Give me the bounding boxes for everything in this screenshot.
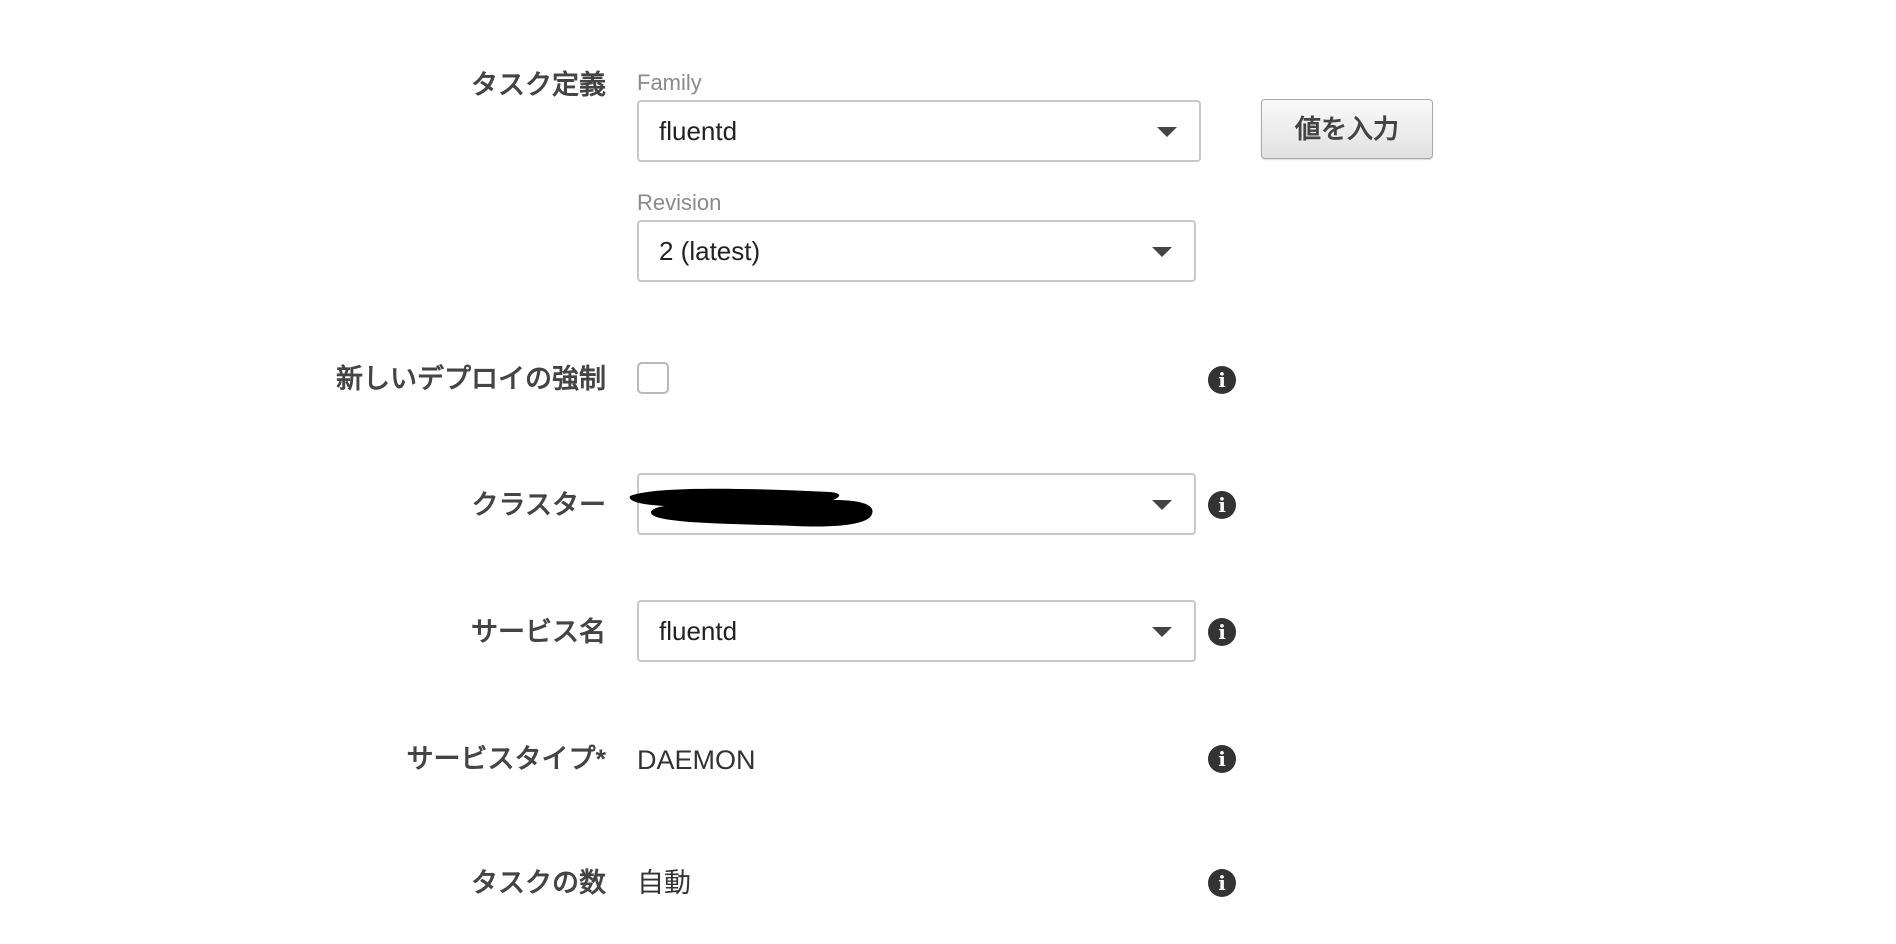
caret-down-icon	[1152, 500, 1172, 510]
caret-down-icon	[1157, 127, 1177, 137]
redaction-mark	[629, 488, 873, 527]
number-of-tasks-label: タスクの数	[471, 868, 606, 898]
family-select-value: fluentd	[659, 116, 738, 146]
service-name-label: サービス名	[471, 617, 606, 647]
force-new-deployment-checkbox[interactable]	[637, 362, 669, 394]
service-name-select-value: fluentd	[659, 616, 738, 646]
family-label: Family	[637, 70, 702, 95]
revision-select[interactable]: 2 (latest)	[637, 220, 1196, 282]
family-select[interactable]: fluentd	[637, 100, 1201, 162]
caret-down-icon	[1152, 627, 1172, 637]
enter-value-button[interactable]: 値を入力	[1261, 99, 1433, 159]
info-icon[interactable]: i	[1208, 491, 1236, 519]
service-type-value: DAEMON	[637, 745, 756, 775]
number-of-tasks-value: 自動	[637, 868, 691, 898]
info-icon[interactable]: i	[1208, 366, 1236, 394]
revision-select-value: 2 (latest)	[659, 236, 761, 266]
service-name-select[interactable]: fluentd	[637, 600, 1196, 662]
force-new-deployment-label: 新しいデプロイの強制	[336, 364, 606, 394]
revision-label: Revision	[637, 190, 722, 215]
cluster-label: クラスター	[471, 490, 606, 520]
caret-down-icon	[1152, 247, 1172, 257]
info-icon[interactable]: i	[1208, 745, 1236, 773]
service-type-label: サービスタイプ*	[406, 744, 606, 774]
info-icon[interactable]: i	[1208, 618, 1236, 646]
info-icon[interactable]: i	[1208, 869, 1236, 897]
task-definition-label: タスク定義	[471, 70, 606, 100]
